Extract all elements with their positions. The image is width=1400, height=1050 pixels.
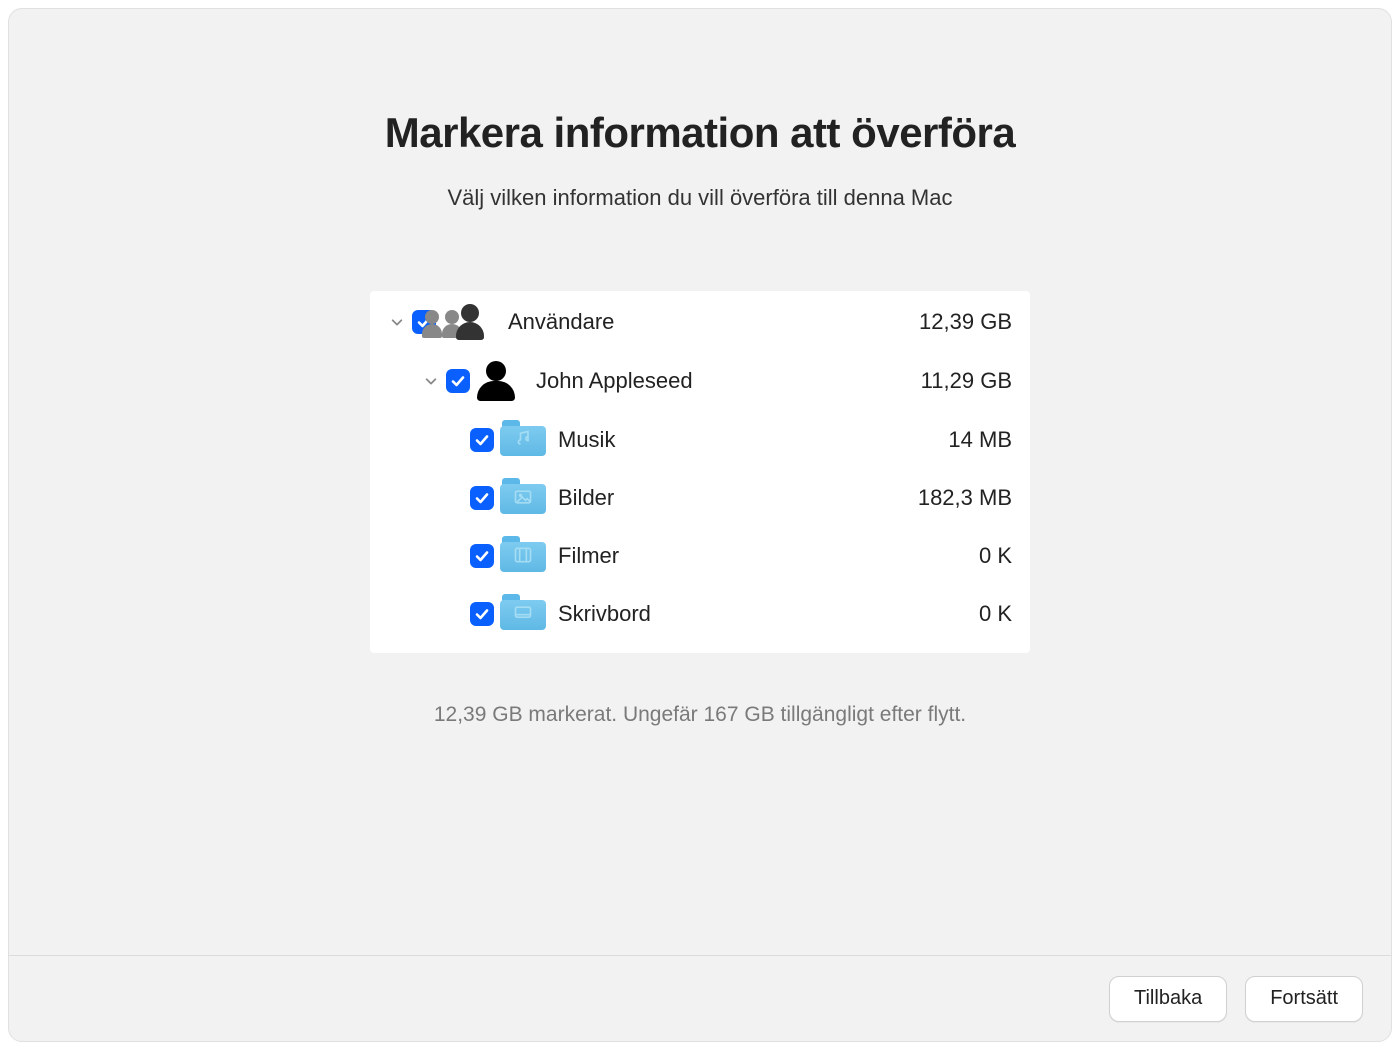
checkbox-desktop[interactable]: [470, 602, 494, 626]
tree-size: 0 K: [979, 601, 1012, 627]
music-folder-icon: [500, 420, 548, 460]
checkbox-music[interactable]: [470, 428, 494, 452]
chevron-down-icon[interactable]: [422, 372, 440, 390]
transfer-tree-panel: Användare 12,39 GB John Appleseed 11,29 …: [370, 291, 1030, 653]
page-subtitle: Välj vilken information du vill överföra…: [447, 185, 952, 211]
tree-label: Bilder: [558, 485, 614, 511]
back-button[interactable]: Tillbaka: [1109, 976, 1227, 1022]
status-text: 12,39 GB markerat. Ungefär 167 GB tillgä…: [434, 703, 966, 727]
tree-row-movies[interactable]: Filmer 0 K: [370, 527, 1030, 585]
checkbox-john[interactable]: [446, 369, 470, 393]
tree-size: 0 K: [979, 543, 1012, 569]
content-area: Markera information att överföra Välj vi…: [9, 9, 1391, 955]
users-group-icon: [442, 302, 498, 342]
tree-row-desktop[interactable]: Skrivbord 0 K: [370, 585, 1030, 643]
page-title: Markera information att överföra: [385, 109, 1016, 157]
tree-label: Filmer: [558, 543, 619, 569]
tree-size: 182,3 MB: [918, 485, 1012, 511]
tree-size: 14 MB: [948, 427, 1012, 453]
migration-assistant-window: Markera information att överföra Välj vi…: [8, 8, 1392, 1042]
checkbox-movies[interactable]: [470, 544, 494, 568]
tree-row-users[interactable]: Användare 12,39 GB: [370, 293, 1030, 351]
tree-label: Musik: [558, 427, 615, 453]
user-icon: [476, 359, 526, 403]
movies-folder-icon: [500, 536, 548, 576]
pictures-folder-icon: [500, 478, 548, 518]
tree-size: 12,39 GB: [919, 309, 1012, 335]
tree-label: Användare: [508, 309, 614, 335]
tree-label: Skrivbord: [558, 601, 651, 627]
desktop-folder-icon: [500, 594, 548, 634]
checkbox-pictures[interactable]: [470, 486, 494, 510]
tree-row-pictures[interactable]: Bilder 182,3 MB: [370, 469, 1030, 527]
tree-row-music[interactable]: Musik 14 MB: [370, 411, 1030, 469]
tree-label: John Appleseed: [536, 368, 693, 394]
chevron-down-icon[interactable]: [388, 313, 406, 331]
tree-size: 11,29 GB: [921, 368, 1012, 394]
footer-bar: Tillbaka Fortsätt: [9, 955, 1391, 1041]
tree-row-john[interactable]: John Appleseed 11,29 GB: [370, 351, 1030, 411]
continue-button[interactable]: Fortsätt: [1245, 976, 1363, 1022]
